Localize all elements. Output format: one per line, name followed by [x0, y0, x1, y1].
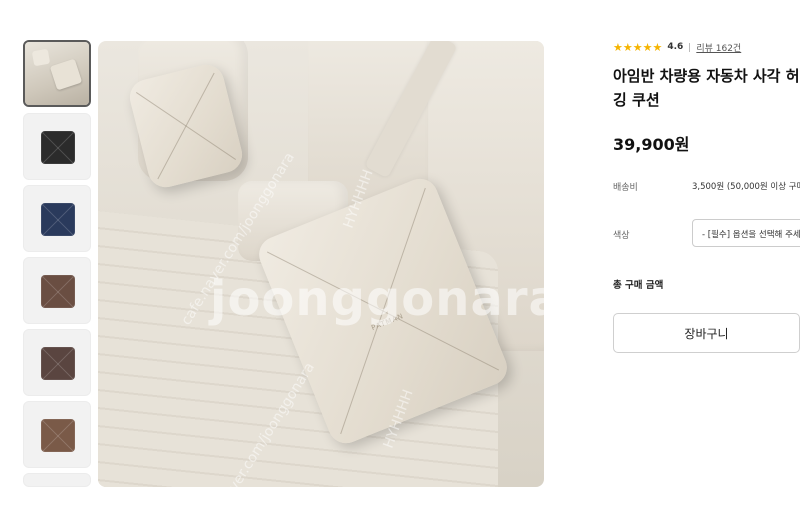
- product-title: 아임반 차량용 자동차 사각 허깅 쿠션: [613, 67, 800, 109]
- thumbnail-pillow-camel: [41, 419, 75, 452]
- main-product-image[interactable]: PATMAN joonggonara cafe.naver.com/joongg…: [98, 41, 544, 487]
- star-icon: ★: [652, 40, 663, 54]
- divider: [689, 42, 691, 52]
- star-icon: ★: [613, 40, 623, 54]
- rating-row: ★ ★ ★ ★ ★ 4.6 리뷰 162건: [613, 40, 741, 54]
- product-price: 39,900원: [613, 135, 690, 154]
- thumbnail-navy[interactable]: [23, 185, 91, 252]
- total-price-label: 총 구매 금액: [613, 280, 664, 291]
- thumbnail-pillow-black: [41, 131, 75, 164]
- rating-value: 4.6: [667, 42, 684, 52]
- thumbnail-pillow-small: [31, 48, 51, 67]
- pillow-emboss: PATMAN: [370, 311, 406, 333]
- add-to-cart-button[interactable]: 장바구니: [613, 313, 800, 353]
- color-option-select[interactable]: - [필수] 옵션을 선택해 주세요: [692, 219, 800, 247]
- shipping-label: 배송비: [613, 183, 638, 193]
- star-icon: ★: [622, 40, 633, 54]
- rating-stars: ★ ★ ★ ★ ★: [613, 42, 662, 53]
- thumbnail-black[interactable]: [23, 113, 91, 180]
- thumbnail-brown[interactable]: [23, 257, 91, 324]
- thumbnail-camel[interactable]: [23, 401, 91, 468]
- thumbnail-pillow-navy: [41, 203, 75, 236]
- star-icon: ★: [632, 40, 643, 54]
- color-label: 색상: [613, 231, 630, 241]
- review-count-link[interactable]: 리뷰 162건: [696, 41, 741, 54]
- thumbnail-scene[interactable]: [23, 40, 91, 107]
- shipping-value: 3,500원 (50,000원 이상 구매 시: [692, 182, 800, 192]
- thumbnail-pillow-brown: [41, 275, 75, 308]
- thumbnail-partial[interactable]: [23, 473, 91, 487]
- pillow-stitch: [157, 72, 215, 180]
- star-icon: ★: [642, 40, 653, 54]
- thumbnail-dark-brown[interactable]: [23, 329, 91, 396]
- pillow-stitch: [340, 187, 426, 435]
- thumbnail-pillow-dark-brown: [41, 347, 75, 380]
